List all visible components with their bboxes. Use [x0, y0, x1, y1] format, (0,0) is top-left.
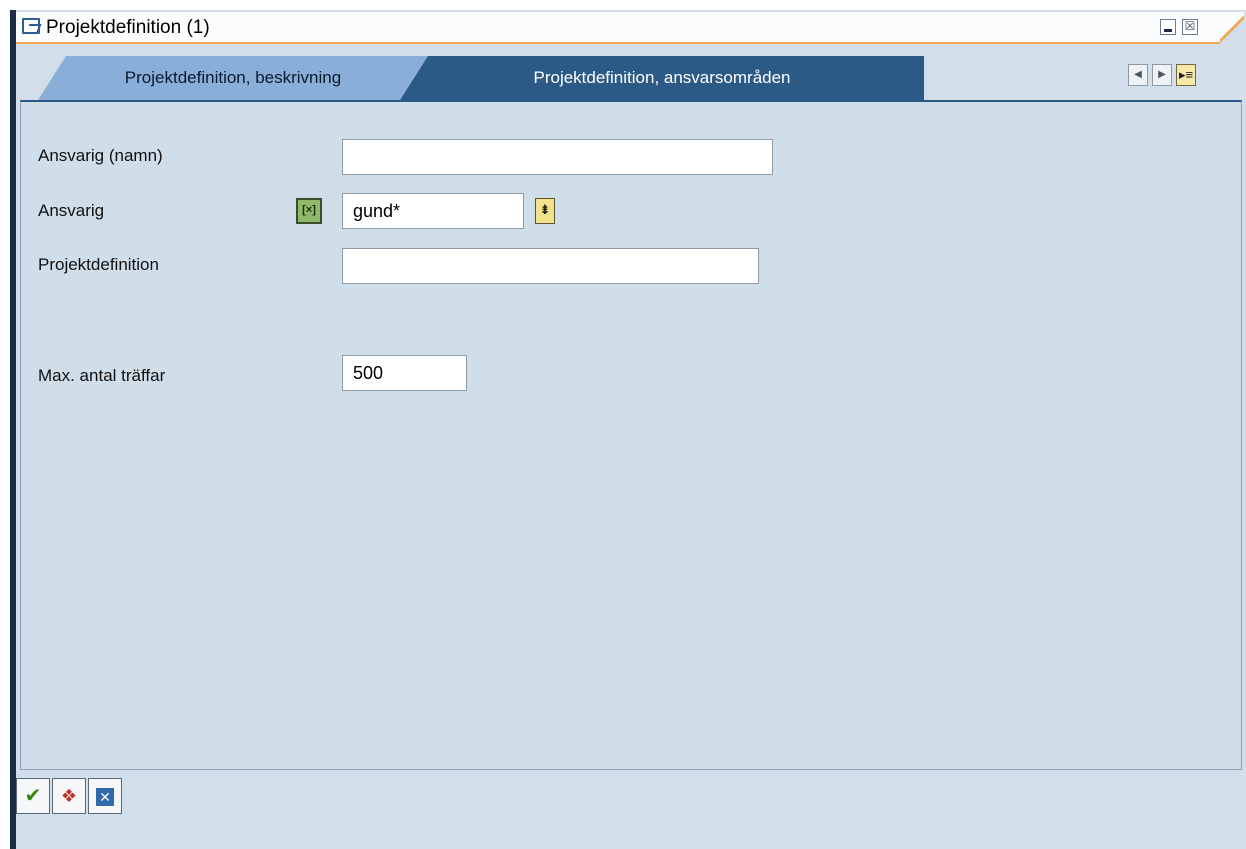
dialog-icon — [22, 18, 40, 34]
title-bar-corner — [1220, 12, 1244, 44]
value-help-icon[interactable]: ⇟ — [535, 198, 555, 224]
responsible-name-label: Ansvarig (namn) — [38, 146, 163, 165]
tab-content-panel — [20, 100, 1242, 770]
close-button[interactable]: ☒ — [1182, 19, 1198, 35]
window-frame-edge — [10, 10, 16, 849]
title-bar: Projektdefinition (1) ☒ — [16, 12, 1244, 44]
tab-description[interactable]: Projektdefinition, beskrivning — [38, 56, 428, 100]
tab-list-icon[interactable]: ▸≡ — [1176, 64, 1196, 86]
tab-scroll-right-icon[interactable]: ▶ — [1152, 64, 1172, 86]
tab-scroll-left-icon[interactable]: ◀ — [1128, 64, 1148, 86]
multiple-selection-button[interactable]: ❖ — [52, 778, 86, 814]
responsible-input[interactable] — [342, 193, 524, 229]
minimize-button[interactable] — [1160, 19, 1176, 35]
select-option-icon[interactable]: [×] — [296, 198, 322, 224]
max-hits-label: Max. antal träffar — [38, 366, 166, 385]
checkmark-icon: ✔ — [24, 785, 42, 807]
multiple-selection-icon: ❖ — [60, 786, 78, 806]
responsible-label: Ansvarig — [38, 201, 105, 220]
cancel-icon: ✕ — [96, 788, 114, 806]
tab-strip: Projektdefinition, beskrivning Projektde… — [16, 56, 1244, 100]
tab-responsibilities[interactable]: Projektdefinition, ansvarsområden — [400, 56, 924, 100]
project-definition-input[interactable] — [342, 248, 759, 284]
cancel-button[interactable]: ✕ — [88, 778, 122, 814]
max-hits-input[interactable] — [342, 355, 467, 391]
window-title: Projektdefinition (1) — [46, 17, 210, 38]
project-definition-label: Projektdefinition — [38, 255, 159, 274]
continue-button[interactable]: ✔ — [16, 778, 50, 814]
responsible-name-input[interactable] — [342, 139, 773, 175]
